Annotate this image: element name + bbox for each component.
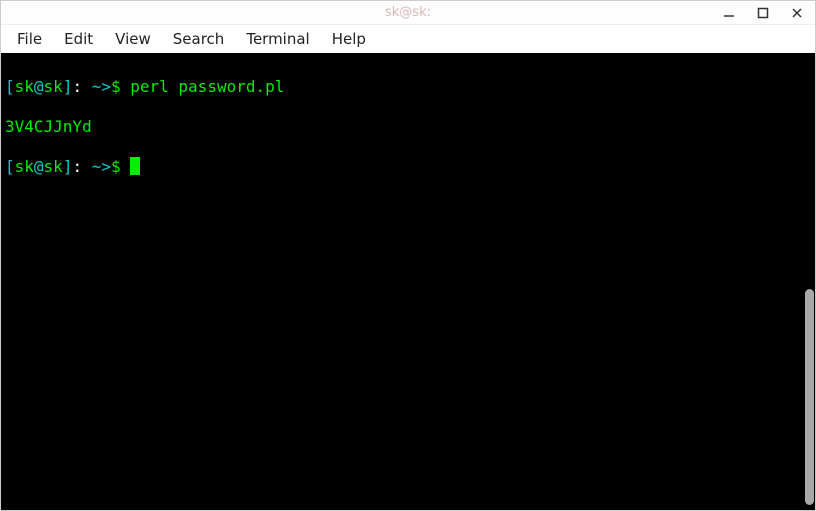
menu-file[interactable]: File [7,27,52,51]
menu-view[interactable]: View [105,27,161,51]
close-button[interactable] [785,3,809,23]
prompt-path: ~> [92,157,111,176]
terminal-line: [sk@sk]: ~>$ perl password.pl [5,77,811,97]
terminal-line: [sk@sk]: ~>$ [5,157,811,177]
maximize-button[interactable] [751,3,775,23]
minimize-icon [723,7,735,19]
menu-search[interactable]: Search [163,27,235,51]
prompt-colon: : [72,77,91,96]
scrollbar-thumb[interactable] [805,289,814,505]
prompt-at: @ [34,77,44,96]
terminal-area[interactable]: [sk@sk]: ~>$ perl password.pl 3V4CJJnYd … [1,53,815,510]
menubar: File Edit View Search Terminal Help [1,25,815,53]
prompt-user: sk [15,77,34,96]
prompt-dollar: $ [111,157,130,176]
scrollbar[interactable] [803,53,815,510]
minimize-button[interactable] [717,3,741,23]
terminal-content: [sk@sk]: ~>$ perl password.pl 3V4CJJnYd … [1,53,815,221]
cursor-icon [130,157,140,175]
terminal-line: 3V4CJJnYd [5,117,811,137]
prompt-user: sk [15,157,34,176]
prompt-path: ~> [92,77,111,96]
maximize-icon [757,7,769,19]
menu-terminal[interactable]: Terminal [236,27,319,51]
close-icon [791,7,803,19]
menu-help[interactable]: Help [322,27,376,51]
prompt-host: sk [44,157,63,176]
prompt-host: sk [44,77,63,96]
prompt-colon: : [72,157,91,176]
terminal-window: sk@sk: File Edit View Search Termi [0,0,816,511]
prompt-bracket: [ [5,157,15,176]
command-text: perl password.pl [130,77,284,96]
prompt-bracket: ] [63,77,73,96]
command-output: 3V4CJJnYd [5,117,92,136]
prompt-at: @ [34,157,44,176]
titlebar: sk@sk: [1,1,815,25]
prompt-bracket: ] [63,157,73,176]
prompt-dollar: $ [111,77,130,96]
window-title: sk@sk: [385,5,431,20]
menu-edit[interactable]: Edit [54,27,103,51]
window-controls [717,1,809,25]
prompt-bracket: [ [5,77,15,96]
